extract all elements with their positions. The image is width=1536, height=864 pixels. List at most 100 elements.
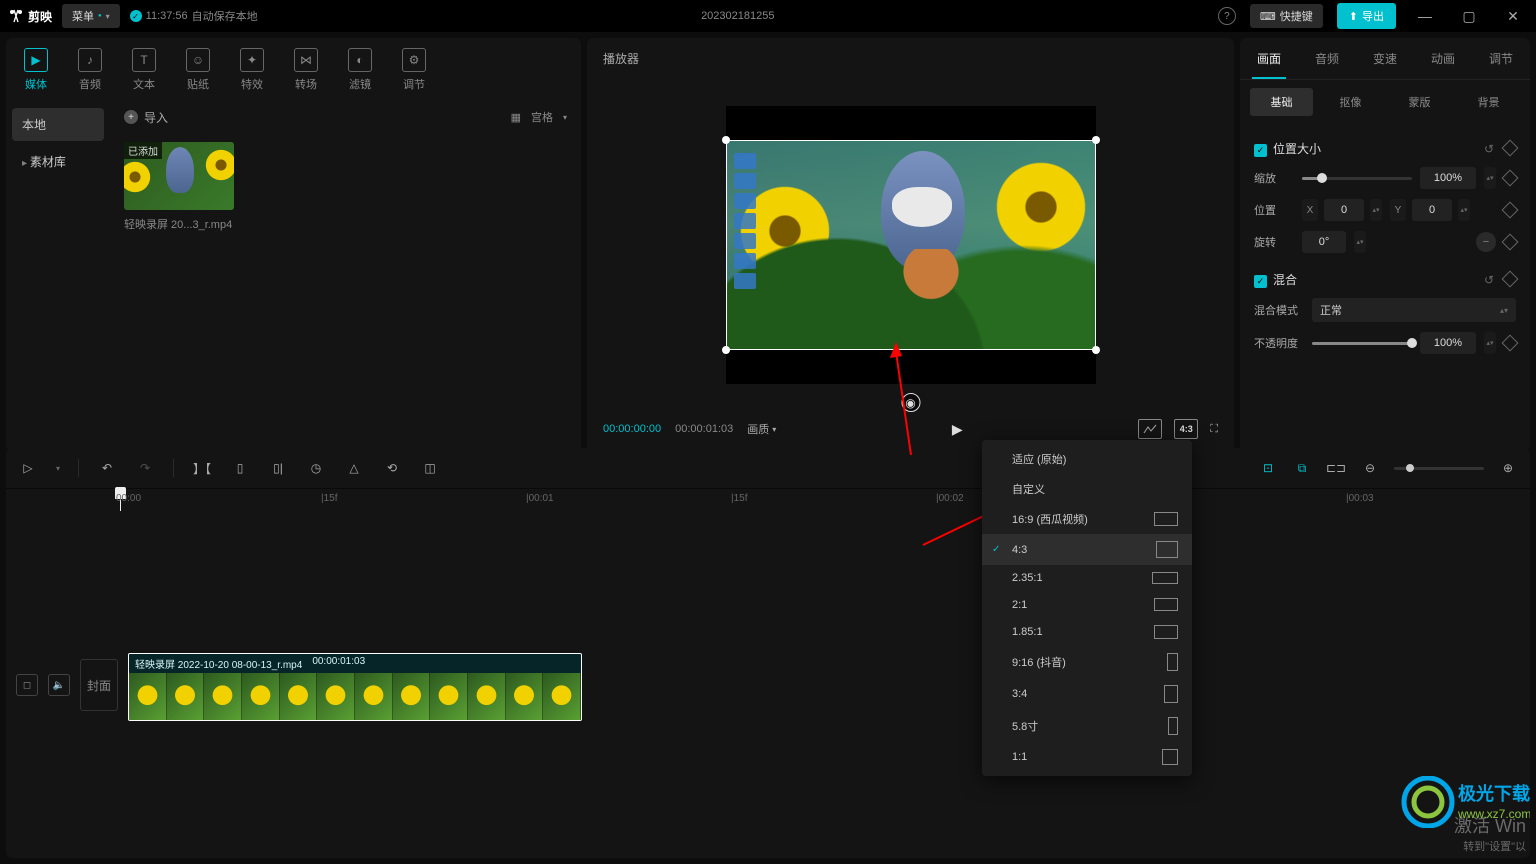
r-subtab-3[interactable]: 背景 <box>1457 88 1520 116</box>
mirror-tool[interactable]: △ <box>344 458 364 478</box>
flip-button[interactable]: − <box>1476 232 1496 252</box>
keyframe-icon[interactable] <box>1502 270 1519 287</box>
pointer-tool[interactable]: ▷ <box>18 458 38 478</box>
ratio-shape-icon <box>1156 541 1178 558</box>
media-thumb[interactable]: 已添加 轻映录屏 20...3_r.mp4 <box>124 142 234 232</box>
r-tab-3[interactable]: 动画 <box>1414 38 1472 79</box>
opacity-value[interactable]: 100% <box>1420 332 1476 354</box>
ratio-shape-icon <box>1154 625 1178 639</box>
shortcuts-button[interactable]: ⌨ 快捷键 <box>1250 4 1323 28</box>
menu-button[interactable]: 菜单 ● ▾ <box>62 4 120 28</box>
zoom-out[interactable]: ⊖ <box>1360 458 1380 478</box>
r-subtab-0[interactable]: 基础 <box>1250 88 1313 116</box>
top-tab-3[interactable]: ☺贴纸 <box>186 48 210 92</box>
mix-mode-select[interactable]: 正常▴▾ <box>1312 298 1516 322</box>
export-button[interactable]: ⬆ 导出 <box>1337 3 1396 29</box>
r-subtab-1[interactable]: 抠像 <box>1319 88 1382 116</box>
opacity-slider[interactable] <box>1312 342 1412 345</box>
top-tab-1[interactable]: ♪音频 <box>78 48 102 92</box>
scissors-icon <box>8 8 24 24</box>
sidebar-local[interactable]: 本地 <box>12 108 104 141</box>
keyframe-icon[interactable] <box>1502 234 1519 251</box>
pos-size-heading: ✓位置大小 <box>1254 140 1321 157</box>
speed-tool[interactable]: ◷ <box>306 458 326 478</box>
ratio-option[interactable]: 9:16 (抖音) <box>982 646 1192 678</box>
video-canvas[interactable]: ◉ <box>726 106 1096 384</box>
snap-icon[interactable]: ⊡ <box>1258 458 1278 478</box>
rotate-handle[interactable]: ◉ <box>901 393 920 412</box>
minimize-button[interactable]: — <box>1410 8 1440 24</box>
r-tab-2[interactable]: 变速 <box>1356 38 1414 79</box>
ratio-option[interactable]: 16:9 (西瓜视频) <box>982 504 1192 534</box>
check-icon: ✓ <box>992 544 1000 555</box>
ratio-option[interactable]: 2.35:1 <box>982 565 1192 591</box>
r-tab-0[interactable]: 画面 <box>1240 38 1298 79</box>
ratio-option[interactable]: 5.8寸 <box>982 710 1192 742</box>
scale-value[interactable]: 100% <box>1420 167 1476 189</box>
split-tool[interactable]: 】【 <box>192 458 212 478</box>
delete-right-tool[interactable]: ▯| <box>268 458 288 478</box>
top-tab-5[interactable]: ⋈转场 <box>294 48 318 92</box>
link-icon[interactable]: ⧉ <box>1292 458 1312 478</box>
video-clip[interactable]: 轻映录屏 2022-10-20 08-00-13_r.mp400:00:01:0… <box>128 653 582 721</box>
track-lock-icon[interactable]: ◻ <box>16 674 38 696</box>
crop-tool[interactable]: ◫ <box>420 458 440 478</box>
close-button[interactable]: ✕ <box>1498 8 1528 25</box>
ratio-button[interactable]: 4:3 <box>1174 419 1198 439</box>
reset-icon[interactable]: ↺ <box>1484 273 1494 287</box>
preview-icon[interactable]: ⊏⊐ <box>1326 458 1346 478</box>
rotate-value[interactable]: 0° <box>1302 231 1346 253</box>
scale-slider[interactable] <box>1302 177 1412 180</box>
track-mute-icon[interactable]: 🔈 <box>48 674 70 696</box>
keyframe-icon[interactable] <box>1502 139 1519 156</box>
keyframe-icon[interactable] <box>1502 335 1519 352</box>
y-value[interactable]: 0 <box>1412 199 1452 221</box>
compare-icon[interactable] <box>1138 419 1162 439</box>
top-tab-0[interactable]: ▶媒体 <box>24 48 48 92</box>
ratio-option[interactable]: 1:1 <box>982 742 1192 772</box>
ratio-option[interactable]: 适应 (原始) <box>982 444 1192 474</box>
resize-handle[interactable] <box>1092 346 1100 354</box>
resize-handle[interactable] <box>722 346 730 354</box>
r-subtab-2[interactable]: 蒙版 <box>1388 88 1451 116</box>
keyframe-icon[interactable] <box>1502 202 1519 219</box>
fullscreen-icon[interactable]: ⛶ <box>1210 423 1218 436</box>
import-button[interactable]: + 导入 <box>124 109 168 126</box>
zoom-fit[interactable]: ⊕ <box>1498 458 1518 478</box>
cover-button[interactable]: 封面 <box>80 659 118 711</box>
ratio-option[interactable]: 自定义 <box>982 474 1192 504</box>
viewmode-toggle[interactable]: ▦ 宫格 ▾ <box>511 109 567 125</box>
maximize-button[interactable]: ▢ <box>1454 8 1484 25</box>
stepper[interactable]: ▴▾ <box>1484 167 1496 189</box>
ratio-shape-icon <box>1162 749 1178 765</box>
stepper[interactable]: ▴▾ <box>1370 199 1382 221</box>
top-tab-7[interactable]: ⚙调节 <box>402 48 426 92</box>
rotate-tool[interactable]: ⟲ <box>382 458 402 478</box>
stepper[interactable]: ▴▾ <box>1354 231 1366 253</box>
ratio-option[interactable]: ✓4:3 <box>982 534 1192 565</box>
ratio-option[interactable]: 1.85:1 <box>982 618 1192 646</box>
time-ruler[interactable]: 00:00|15f|00:01|15f|00:02|00:03 <box>116 489 1530 511</box>
quality-select[interactable]: 画质▾ <box>747 421 776 437</box>
reset-icon[interactable]: ↺ <box>1484 142 1494 156</box>
stepper[interactable]: ▴▾ <box>1484 332 1496 354</box>
top-tab-4[interactable]: ✦特效 <box>240 48 264 92</box>
top-tab-6[interactable]: ◐滤镜 <box>348 48 372 92</box>
zoom-slider[interactable] <box>1394 467 1484 470</box>
delete-left-tool[interactable]: ▯ <box>230 458 250 478</box>
help-icon[interactable]: ? <box>1218 7 1236 25</box>
undo-button[interactable]: ↶ <box>97 458 117 478</box>
r-tab-1[interactable]: 音频 <box>1298 38 1356 79</box>
ratio-option[interactable]: 3:4 <box>982 678 1192 710</box>
resize-handle[interactable] <box>722 136 730 144</box>
ratio-option[interactable]: 2:1 <box>982 591 1192 618</box>
sidebar-library[interactable]: 素材库 <box>12 145 104 178</box>
top-tab-2[interactable]: T文本 <box>132 48 156 92</box>
resize-handle[interactable] <box>1092 136 1100 144</box>
redo-button[interactable]: ↷ <box>135 458 155 478</box>
stepper[interactable]: ▴▾ <box>1458 199 1470 221</box>
x-value[interactable]: 0 <box>1324 199 1364 221</box>
play-button[interactable]: ▶ <box>952 421 963 438</box>
r-tab-4[interactable]: 调节 <box>1472 38 1530 79</box>
keyframe-icon[interactable] <box>1502 170 1519 187</box>
